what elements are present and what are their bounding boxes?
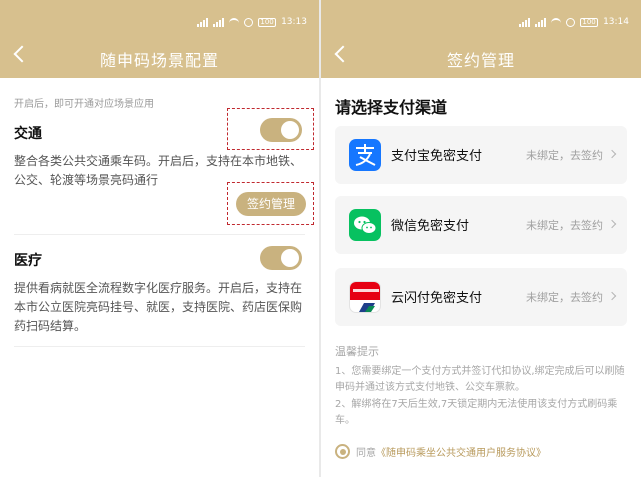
- wechat-icon: [349, 209, 381, 241]
- battery-icon: 100: [580, 17, 599, 27]
- page-title: 签约管理: [446, 51, 515, 70]
- agreement-radio[interactable]: [335, 444, 350, 459]
- channel-status: 未绑定，去签约: [526, 149, 603, 162]
- channel-name: 支付宝免密支付: [391, 149, 483, 164]
- section-divider: [14, 234, 305, 235]
- chevron-right-icon: [607, 219, 617, 229]
- section-divider: [14, 346, 305, 347]
- battery-icon: 100: [258, 17, 277, 27]
- toggle-knob: [281, 121, 299, 139]
- alarm-icon: [566, 17, 576, 27]
- header-bar: 100 13:14 签约管理: [321, 0, 641, 78]
- agreement-link[interactable]: 《随申码乘坐公共交通用户服务协议》: [376, 448, 546, 459]
- tip-item: 1、您需要绑定一个支付方式并签订代扣协议,绑定完成后可以刷随申码并通过该方式支付…: [335, 366, 625, 393]
- tips-title: 温馨提示: [335, 345, 379, 358]
- unionpay-icon: [349, 281, 381, 313]
- signal-icon-2: [535, 17, 547, 27]
- left-screen: 100 13:13 随申码场景配置 开启后，即可开通对应场景应用 交通 整合各类…: [0, 0, 319, 477]
- status-time: 13:13: [281, 17, 307, 27]
- chevron-right-icon: [607, 291, 617, 301]
- status-bar: 100 13:14: [519, 14, 629, 30]
- alipay-channel-card[interactable]: 支付宝免密支付 未绑定，去签约: [335, 126, 627, 184]
- wifi-icon: [551, 18, 562, 26]
- signal-icon: [519, 17, 531, 27]
- channel-status: 未绑定，去签约: [526, 291, 603, 304]
- right-screen: 100 13:14 签约管理 请选择支付渠道 支付宝免密支付 未绑定，去签约 微…: [321, 0, 641, 477]
- status-time: 13:14: [603, 17, 629, 27]
- channel-status: 未绑定，去签约: [526, 219, 603, 232]
- alipay-icon: [349, 139, 381, 171]
- channel-name: 云闪付免密支付: [391, 291, 483, 306]
- chevron-right-icon: [607, 149, 617, 159]
- traffic-toggle[interactable]: [260, 118, 302, 142]
- agreement-prefix: 同意: [356, 448, 376, 459]
- alarm-icon: [244, 17, 254, 27]
- traffic-title: 交通: [14, 126, 42, 142]
- header-bar: 100 13:13 随申码场景配置: [0, 0, 319, 78]
- unionpay-channel-card[interactable]: 云闪付免密支付 未绑定，去签约: [335, 268, 627, 326]
- channel-name: 微信免密支付: [391, 219, 470, 234]
- signal-icon: [197, 17, 209, 27]
- toggle-knob: [281, 249, 299, 267]
- channel-heading: 请选择支付渠道: [335, 98, 448, 117]
- medical-toggle[interactable]: [260, 246, 302, 270]
- wifi-icon: [229, 18, 240, 26]
- tip-item: 2、解绑将在7天后生效,7天锁定期内无法使用该支付方式刷码乘车。: [335, 399, 618, 426]
- sign-management-button[interactable]: 签约管理: [236, 192, 306, 216]
- agreement-row: 同意《随申码乘坐公共交通用户服务协议》: [335, 444, 546, 459]
- medical-title: 医疗: [14, 253, 42, 269]
- signal-icon-2: [213, 17, 225, 27]
- scene-hint: 开启后，即可开通对应场景应用: [14, 99, 154, 110]
- page-title: 随申码场景配置: [99, 51, 219, 70]
- status-bar: 100 13:13: [197, 14, 307, 30]
- wechat-channel-card[interactable]: 微信免密支付 未绑定，去签约: [335, 196, 627, 254]
- medical-description: 提供看病就医全流程数字化医疗服务。开启后，支持在本市公立医院亮码挂号、就医，支持…: [14, 281, 303, 333]
